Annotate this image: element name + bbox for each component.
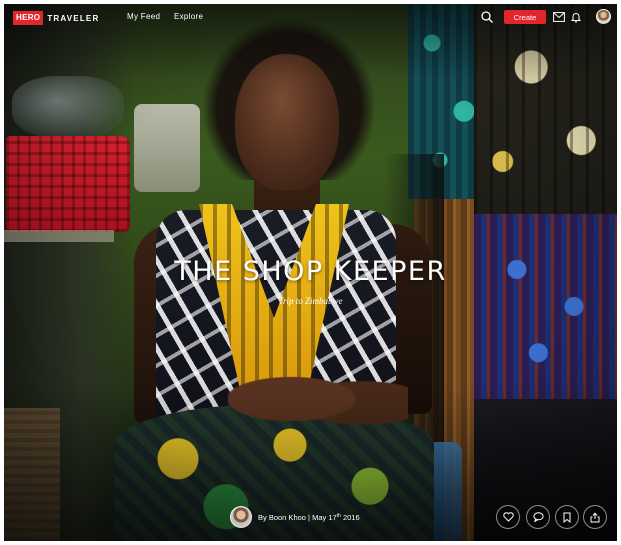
author-avatar[interactable] [230,506,252,528]
bookmark-icon [562,512,572,523]
logo-wordmark: TRAVELER [47,13,100,23]
nav-link-my-feed[interactable]: My Feed [127,12,160,21]
byline-separator: | [308,513,310,522]
top-nav: HERO TRAVELER My Feed Explore Create [4,4,617,32]
heart-icon [502,512,514,522]
brand-logo[interactable]: HERO TRAVELER [13,11,99,25]
like-button[interactable] [496,505,520,529]
story-subtitle: Trip to Zimbabwe [278,296,343,306]
share-button[interactable] [583,505,607,529]
story-title: THE SHOP KEEPER [174,256,447,287]
comment-button[interactable] [526,505,550,529]
comment-icon [532,512,544,522]
share-icon [590,512,600,523]
logo-badge: HERO [13,11,44,25]
publish-date: May 17th 2016 [312,513,360,522]
search-icon[interactable] [480,10,494,24]
create-button[interactable]: Create [504,10,546,24]
bookmark-button[interactable] [555,505,579,529]
story-cover: HERO TRAVELER My Feed Explore Create THE… [4,4,617,541]
mail-icon[interactable] [552,10,566,24]
user-avatar[interactable] [596,9,611,24]
nav-link-explore[interactable]: Explore [174,12,203,21]
bell-icon[interactable] [569,10,583,24]
author-name[interactable]: By Boon Khoo [258,513,306,522]
byline: By Boon Khoo | May 17th 2016 [258,513,360,522]
